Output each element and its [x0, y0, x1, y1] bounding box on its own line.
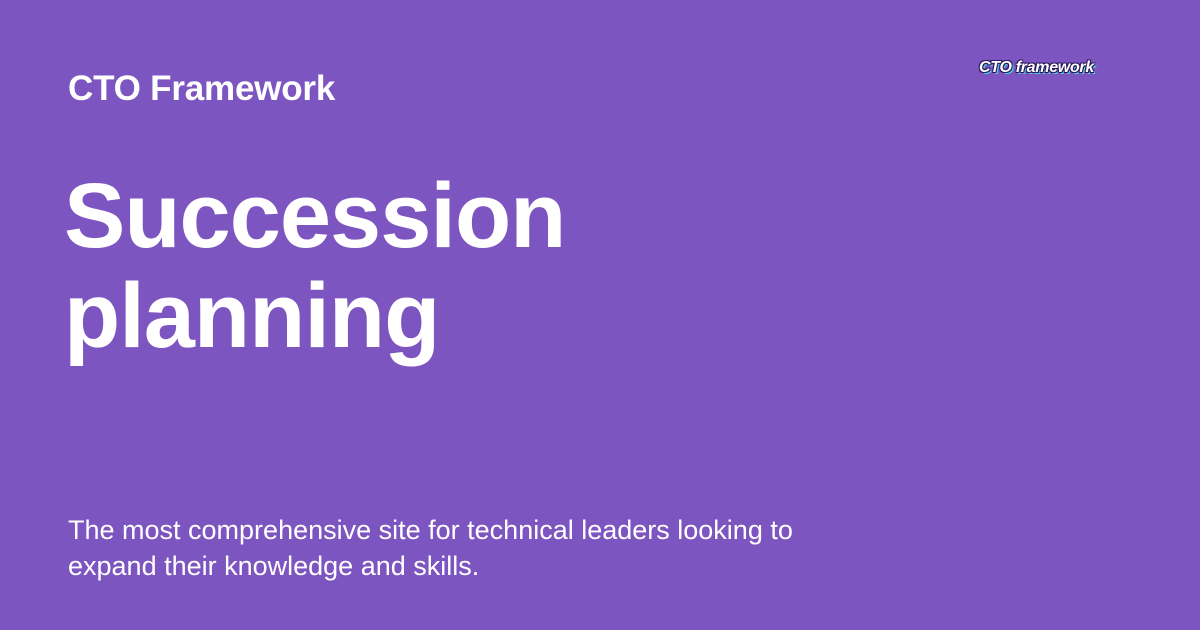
site-name: CTO Framework: [68, 69, 336, 108]
social-card: CTO Framework CTO framework Succession p…: [0, 0, 1200, 630]
page-title-line-2: planning: [64, 265, 440, 367]
tagline: The most comprehensive site for technica…: [68, 515, 793, 581]
page-title: Succession planning: [64, 166, 864, 366]
cto-framework-logo: CTO framework: [979, 59, 1094, 76]
page-title-line-1: Succession: [64, 165, 566, 267]
